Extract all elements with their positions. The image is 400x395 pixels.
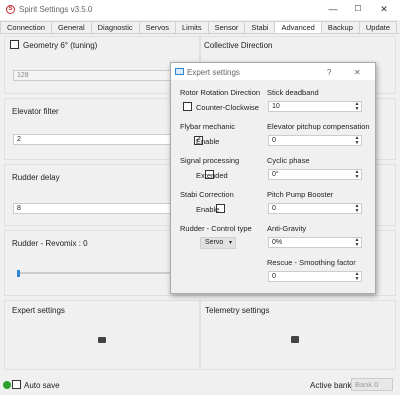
stabi-enable-label: Enable [196, 205, 220, 214]
rudder-delay-field[interactable]: 8 [13, 203, 181, 214]
elevator-filter-value: 2 [17, 136, 21, 143]
stick-deadband-field[interactable]: 10 ▲ ▼ [268, 101, 362, 112]
rudder-control-type-label: Rudder - Control type [180, 224, 252, 233]
tab-stabi[interactable]: Stabi [244, 21, 276, 33]
telemetry-settings-panel: Telemetry settings [200, 300, 396, 370]
cyclic-phase-field[interactable]: 0° ▲ ▼ [268, 169, 362, 180]
elevator-pitchup-label: Elevator pitchup compensation [267, 122, 370, 131]
dialog-title: Expert settings [187, 68, 240, 77]
counter-clockwise-checkbox[interactable] [183, 102, 192, 111]
elevator-pitchup-field[interactable]: 0 ▲ ▼ [268, 135, 362, 146]
collective-direction-label: Collective Direction [204, 41, 273, 50]
close-button[interactable]: ✕ [375, 3, 393, 15]
spirit-logo-icon: S [6, 5, 15, 14]
stick-deadband-spin-arrows-icon[interactable]: ▲ ▼ [354, 102, 360, 112]
connection-status-led-icon [3, 381, 11, 389]
counter-clockwise-label: Counter-Clockwise [196, 103, 259, 112]
flybar-enable-label: Enable [196, 137, 220, 146]
elevator-filter-field[interactable]: 2 [13, 134, 181, 145]
anti-gravity-spin-arrows-icon[interactable]: ▲ ▼ [354, 238, 360, 248]
cyclic-phase-label: Cyclic phase [267, 156, 310, 165]
rudder-revomix-slider[interactable] [17, 272, 177, 274]
auto-save-label: Auto save [24, 381, 60, 390]
anti-gravity-value: 0% [272, 239, 283, 246]
minimize-button[interactable]: — [324, 3, 342, 15]
rudder-control-type-value: Servo [205, 239, 224, 246]
tab-general[interactable]: General [50, 21, 92, 33]
tab-bar: Connection General Diagnostic Servos Lim… [0, 21, 400, 34]
geometry-label: Geometry 6° (tuning) [23, 41, 98, 50]
window-title: Spirit Settings v3.5.0 [19, 5, 93, 14]
rudder-control-type-select[interactable]: Servo ▾ [200, 237, 236, 249]
rescue-smoothing-field[interactable]: 0 ▲ ▼ [268, 271, 362, 282]
auto-save-checkbox[interactable] [12, 380, 21, 389]
expert-settings-dialog: Expert settings ? ✕ Rotor Rotation Direc… [170, 62, 376, 294]
tab-update[interactable]: Update [358, 21, 398, 33]
status-bar: Auto save Active bank: Bank 0 [0, 376, 400, 395]
elevator-pitchup-spin-arrows-icon[interactable]: ▲ ▼ [354, 136, 360, 146]
tab-backup[interactable]: Backup [320, 21, 360, 33]
rescue-smoothing-label: Rescue - Smoothing factor [267, 258, 356, 267]
active-bank-select[interactable]: Bank 0 [351, 378, 393, 391]
expert-settings-panel: Expert settings [4, 300, 200, 370]
tab-connection[interactable]: Connection [0, 21, 52, 33]
tab-diagnostic[interactable]: Diagnostic [90, 21, 140, 33]
pitch-pump-booster-value: 0 [272, 205, 276, 212]
cyclic-phase-value: 0° [272, 171, 279, 178]
dialog-close-button[interactable]: ✕ [354, 68, 361, 77]
tab-servos[interactable]: Servos [138, 21, 177, 33]
rescue-smoothing-value: 0 [272, 273, 276, 280]
rudder-delay-value: 8 [17, 205, 21, 212]
cyclic-phase-spin-arrows-icon[interactable]: ▲ ▼ [354, 170, 360, 180]
elevator-pitchup-value: 0 [272, 137, 276, 144]
stabi-correction-label: Stabi Correction [180, 190, 234, 199]
anti-gravity-label: Anti-Gravity [267, 224, 307, 233]
rotor-rotation-direction-label: Rotor Rotation Direction [180, 88, 261, 97]
elevator-filter-label: Elevator filter [12, 107, 59, 116]
active-bank-label: Active bank: [310, 381, 354, 390]
rescue-smoothing-spin-arrows-icon[interactable]: ▲ ▼ [354, 272, 360, 282]
rudder-delay-label: Rudder delay [12, 173, 60, 182]
flybar-mechanic-label: Flybar mechanic [180, 122, 236, 131]
pitch-pump-booster-spin-arrows-icon[interactable]: ▲ ▼ [354, 204, 360, 214]
stick-deadband-value: 10 [272, 103, 280, 110]
anti-gravity-field[interactable]: 0% ▲ ▼ [268, 237, 362, 248]
tab-limits[interactable]: Limits [175, 21, 209, 33]
rudder-revomix-label: Rudder - Revomix : 0 [12, 239, 88, 248]
stick-deadband-label: Stick deadband [267, 88, 319, 97]
dialog-window-icon [175, 68, 184, 75]
pitch-pump-booster-label: Pitch Pump Booster [267, 190, 334, 199]
geometry-checkbox[interactable] [10, 40, 19, 49]
active-bank-value: Bank 0 [355, 380, 379, 389]
chevron-down-icon: ▾ [228, 240, 232, 246]
rudder-revomix-slider-handle[interactable] [17, 270, 20, 277]
extended-label: Extended [196, 171, 228, 180]
tab-advanced[interactable]: Advanced [274, 21, 322, 33]
telemetry-settings-label: Telemetry settings [205, 306, 270, 315]
pitch-pump-booster-field[interactable]: 0 ▲ ▼ [268, 203, 362, 214]
telemetry-settings-open-icon[interactable] [291, 336, 299, 343]
geometry-value: 128 [17, 72, 29, 79]
maximize-button[interactable]: ☐ [349, 3, 367, 15]
signal-processing-label: Signal processing [180, 156, 240, 165]
dialog-title-bar: Expert settings ? ✕ [171, 63, 375, 80]
expert-settings-label: Expert settings [12, 306, 65, 315]
expert-settings-open-icon[interactable] [98, 337, 106, 343]
tab-sensor[interactable]: Sensor [207, 21, 246, 33]
dialog-help-button[interactable]: ? [327, 68, 331, 77]
title-bar: S Spirit Settings v3.5.0 — ☐ ✕ [0, 0, 400, 20]
